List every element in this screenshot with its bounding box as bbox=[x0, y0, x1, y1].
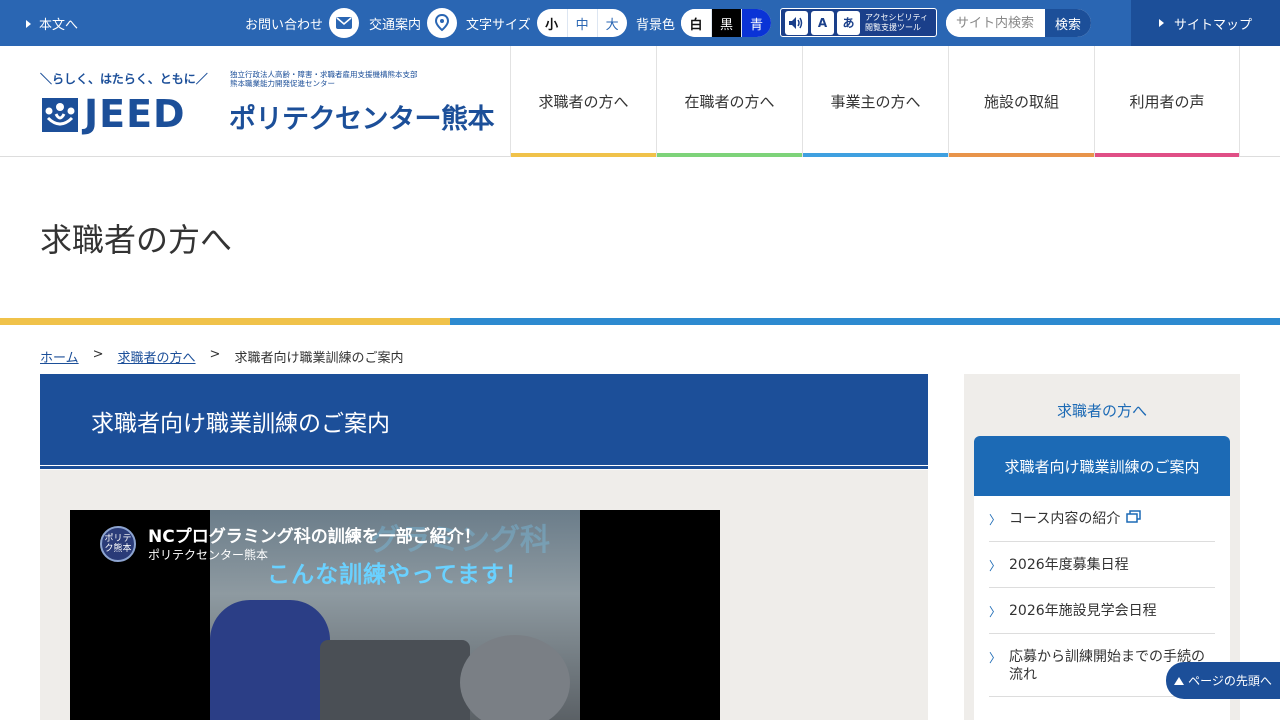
font-size-label: 文字サイズ bbox=[466, 17, 531, 33]
font-size-large-button[interactable]: 大 bbox=[596, 9, 627, 37]
chevron-right-icon: 〉 bbox=[989, 513, 1002, 527]
slogan-right-slash: ／ bbox=[195, 72, 208, 86]
video-channel-name: ポリテクセンター熊本 bbox=[148, 548, 269, 562]
chevron-right-icon: 〉 bbox=[989, 651, 1002, 665]
org-line-1: 独立行政法人高齢・障害・求職者雇用支援機構熊本支部 bbox=[230, 70, 418, 79]
video-thumbnail-worker bbox=[210, 600, 330, 720]
breadcrumb-separator: > bbox=[209, 347, 221, 362]
nav-employers[interactable]: 事業主の方へ bbox=[802, 46, 948, 157]
background-color-label: 背景色 bbox=[636, 17, 676, 33]
mail-icon bbox=[329, 8, 360, 38]
ruby-icon: あ bbox=[836, 10, 860, 35]
sitemap-link[interactable]: サイトマップ bbox=[1131, 0, 1280, 46]
nav-employees[interactable]: 在職者の方へ bbox=[656, 46, 802, 157]
sidebar-item-course-intro[interactable]: 〉 コース内容の紹介 bbox=[989, 496, 1215, 542]
skip-to-content-link[interactable]: 本文へ bbox=[26, 14, 78, 33]
accessibility-tool-button[interactable]: A あ アクセシビリティ閲覧支援ツール bbox=[780, 8, 937, 37]
nav-user-voices[interactable]: 利用者の声 bbox=[1094, 46, 1240, 157]
jeed-logo-mark-icon[interactable] bbox=[42, 98, 78, 132]
nav-facility-initiatives[interactable]: 施設の取組 bbox=[948, 46, 1094, 157]
video-player[interactable]: グラミング科 こんな訓練やってます！ ポリテク熊本 NCプログラミング科の訓練を… bbox=[70, 510, 720, 720]
utility-bar: 本文へ お問い合わせ 交通案内 文字サイズ 小 中 大 背景色 白 黒 青 A … bbox=[0, 0, 1280, 46]
jeed-logo-text[interactable]: JEED bbox=[84, 92, 186, 136]
global-nav: 求職者の方へ 在職者の方へ 事業主の方へ 施設の取組 利用者の声 bbox=[510, 46, 1240, 157]
site-search: 検索 bbox=[946, 9, 1091, 37]
font-size-small-button[interactable]: 小 bbox=[537, 9, 567, 37]
organization-name: 独立行政法人高齢・障害・求職者雇用支援機構熊本支部 熊本職業能力開発促進センター bbox=[230, 70, 418, 88]
video-subtitle: こんな訓練やってます！ bbox=[267, 562, 529, 588]
skip-link-label: 本文へ bbox=[39, 18, 79, 33]
search-input[interactable] bbox=[946, 9, 1045, 37]
chevron-right-icon: 〉 bbox=[989, 559, 1002, 573]
external-link-icon bbox=[1126, 510, 1142, 528]
video-thumbnail-lathe bbox=[320, 640, 470, 720]
sidebar-item-text: コース内容の紹介 bbox=[1009, 511, 1121, 527]
bg-white-button[interactable]: 白 bbox=[681, 9, 712, 37]
video-title[interactable]: NCプログラミング科の訓練を一部ご紹介！ bbox=[148, 522, 481, 547]
accessibility-tool-label: アクセシビリティ閲覧支援ツール bbox=[864, 12, 929, 32]
breadcrumb-separator: > bbox=[92, 347, 104, 362]
slogan-left-slash: ＼ bbox=[40, 72, 53, 86]
slogan-text: らしく、はたらく、ともに bbox=[52, 72, 196, 86]
font-size-selector: 小 中 大 bbox=[536, 9, 627, 37]
contact-label: お問い合わせ bbox=[245, 17, 324, 33]
font-size-medium-button[interactable]: 中 bbox=[566, 9, 597, 37]
triangle-right-icon bbox=[1158, 19, 1164, 27]
sidebar-current-item[interactable]: 求職者向け職業訓練のご案内 bbox=[974, 436, 1230, 496]
sidebar-title[interactable]: 求職者の方へ bbox=[964, 400, 1240, 421]
site-header: ＼らしく、はたらく、ともに／ 独立行政法人高齢・障害・求職者雇用支援機構熊本支部… bbox=[0, 46, 1280, 157]
background-color-control: 背景色 白 黒 青 bbox=[636, 0, 772, 46]
breadcrumb-home[interactable]: ホーム bbox=[40, 347, 79, 366]
page-title: 求職者の方へ bbox=[40, 221, 233, 259]
channel-avatar[interactable]: ポリテク熊本 bbox=[100, 526, 136, 562]
section-heading: 求職者向け職業訓練のご案内 bbox=[40, 374, 928, 465]
triangle-right-icon bbox=[26, 19, 31, 28]
sidebar-item-label: 2026年施設見学会日程 bbox=[1009, 603, 1157, 619]
contact-link[interactable]: お問い合わせ bbox=[245, 0, 360, 46]
center-name-logo[interactable]: ポリテクセンター熊本 bbox=[229, 97, 495, 136]
video-thumbnail-chuck bbox=[460, 635, 570, 720]
sidebar-item-tour-schedule[interactable]: 〉 2026年施設見学会日程 bbox=[989, 588, 1215, 634]
speaker-icon bbox=[785, 10, 808, 35]
sitemap-label: サイトマップ bbox=[1173, 17, 1252, 33]
section-heading-underline bbox=[40, 466, 928, 469]
search-button[interactable]: 検索 bbox=[1045, 9, 1091, 37]
bg-black-button[interactable]: 黒 bbox=[711, 9, 742, 37]
arrow-up-icon bbox=[1174, 676, 1185, 685]
nav-job-seekers[interactable]: 求職者の方へ bbox=[510, 46, 656, 157]
sidebar-item-label: 2026年度募集日程 bbox=[1009, 557, 1129, 573]
title-stripe-blue bbox=[450, 318, 1280, 325]
font-size-control: 文字サイズ 小 中 大 bbox=[466, 0, 627, 46]
map-pin-icon bbox=[427, 8, 458, 38]
background-color-selector: 白 黒 青 bbox=[681, 9, 772, 37]
sidebar-item-recruitment-schedule[interactable]: 〉 2026年度募集日程 bbox=[989, 542, 1215, 588]
back-to-top-label: ページの先頭へ bbox=[1188, 674, 1272, 688]
sidebar-item-label: コース内容の紹介 bbox=[1009, 510, 1142, 528]
chevron-right-icon: 〉 bbox=[989, 605, 1002, 619]
slogan: ＼らしく、はたらく、ともに／ bbox=[40, 70, 208, 87]
org-line-2: 熊本職業能力開発促進センター bbox=[230, 79, 335, 88]
bg-blue-button[interactable]: 青 bbox=[741, 9, 772, 37]
back-to-top-button[interactable]: ページの先頭へ bbox=[1166, 662, 1280, 699]
title-stripe-yellow bbox=[0, 318, 450, 325]
breadcrumb-parent[interactable]: 求職者の方へ bbox=[118, 347, 196, 366]
access-label: 交通案内 bbox=[369, 17, 422, 33]
text-size-icon: A bbox=[810, 10, 834, 35]
access-link[interactable]: 交通案内 bbox=[369, 0, 458, 46]
breadcrumb: ホーム > 求職者の方へ > 求職者向け職業訓練のご案内 bbox=[40, 347, 403, 366]
breadcrumb-current: 求職者向け職業訓練のご案内 bbox=[234, 351, 404, 366]
